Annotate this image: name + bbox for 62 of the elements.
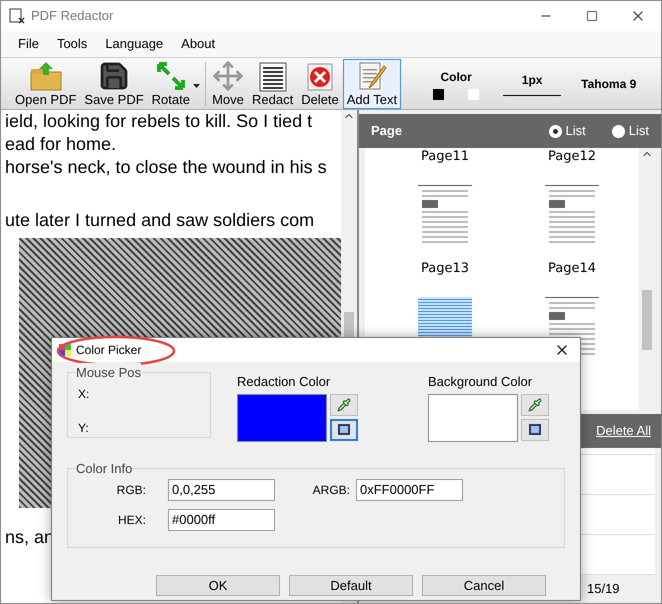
list-radio[interactable]: List (548, 121, 586, 141)
panel-title: Page (371, 122, 402, 140)
toolbar-button[interactable]: Open PDF (11, 58, 80, 108)
toolbar-button[interactable]: Rotate (148, 58, 203, 108)
move-icon (212, 60, 244, 92)
color-label: Color (440, 68, 472, 86)
coordinate-label: Y: (78, 420, 90, 437)
dialog-button[interactable]: Default (289, 574, 413, 596)
value-field[interactable]: #0000ff (168, 508, 275, 530)
document-lines-icon (258, 62, 287, 92)
page-label: Page14 (548, 261, 596, 277)
menu-item[interactable]: File (9, 34, 48, 54)
page-counter: 15/19 (587, 580, 620, 598)
document-text-line: horse's neck, to close the wound in his s (5, 156, 328, 179)
background-color-swatch[interactable] (468, 88, 480, 100)
swatch-title: Redaction Color (237, 373, 332, 391)
palette-icon (58, 343, 72, 357)
scrollbar-thumb[interactable] (642, 290, 652, 350)
document-text-line: ute later I turned and saw soldiers com (5, 209, 316, 232)
folder-icon (28, 60, 63, 92)
field-label: HEX: (118, 512, 147, 528)
window-title: PDF Redactor (31, 7, 114, 26)
eyedropper-icon (528, 398, 542, 412)
list-radio[interactable]: List (612, 121, 649, 141)
palette-button[interactable] (521, 418, 549, 440)
menu-item[interactable]: About (172, 34, 224, 54)
menu-item[interactable]: Tools (48, 34, 96, 54)
field-label: ARGB: (312, 482, 351, 498)
dialog-button[interactable]: OK (156, 574, 280, 596)
value-field[interactable]: 0xFF0000FF (356, 478, 463, 500)
notepad-pencil-icon (356, 60, 387, 92)
color-swatch[interactable] (428, 394, 518, 442)
eyedropper-button[interactable] (330, 394, 358, 416)
swatch-title: Background Color (428, 373, 534, 391)
dialog-title: Color Picker (76, 342, 142, 359)
toolbar-button[interactable]: Redact (248, 58, 298, 108)
page-label: Page13 (420, 261, 469, 277)
palette-button[interactable] (330, 418, 358, 440)
line-width-label[interactable]: 1px (522, 71, 542, 89)
toolbar-button[interactable]: Delete (297, 58, 343, 108)
toolbar-button[interactable]: Add Text (342, 58, 402, 108)
arrows-icon (154, 60, 187, 92)
dropdown-caret-icon[interactable] (192, 84, 200, 88)
dialog-button[interactable]: Cancel (422, 574, 546, 596)
coordinate-label: X: (78, 386, 90, 403)
foreground-color-swatch[interactable] (433, 88, 444, 100)
field-label: RGB: (116, 482, 147, 498)
delete-all-link[interactable]: Delete All (596, 421, 651, 441)
color-swatch[interactable] (237, 394, 327, 442)
font-label[interactable]: Tahoma 9 (581, 74, 636, 92)
page-label[interactable]: Page11 (420, 149, 469, 165)
delete-icon (304, 62, 335, 92)
document-text-line: ield, looking for rebels to kill. So I tied t (5, 110, 314, 133)
document-text-line: ead for home. (5, 133, 118, 156)
value-field[interactable]: 0,0,255 (168, 478, 275, 500)
eyedropper-icon (337, 398, 351, 412)
toolbar-button[interactable]: Save PDF (80, 58, 148, 108)
menu-item[interactable]: Language (96, 34, 172, 54)
app-icon (9, 8, 25, 24)
toolbar-button[interactable]: Move (208, 58, 248, 108)
page-label[interactable]: Page12 (548, 149, 596, 165)
eyedropper-button[interactable] (521, 394, 549, 416)
